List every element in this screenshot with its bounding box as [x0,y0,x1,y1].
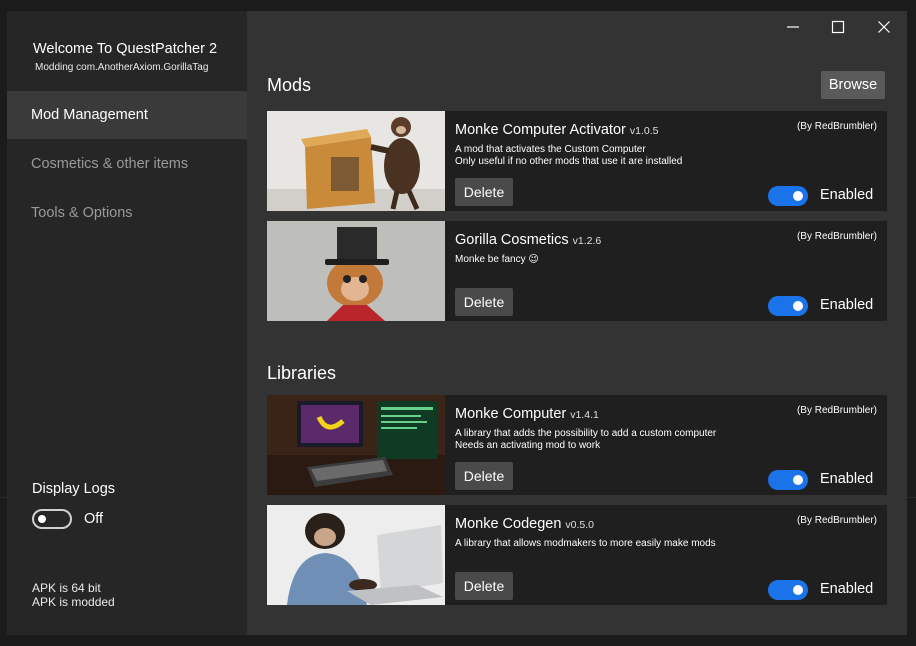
library-name: Monke Codegen v0.5.0 [455,516,594,532]
delete-button[interactable]: Delete [455,178,513,206]
minimize-button[interactable] [779,17,807,39]
mod-card: Gorilla Cosmetics v1.2.6 (By RedBrumbler)… [267,221,887,321]
sidebar-item-label: Tools & Options [31,205,133,221]
mod-author: (By RedBrumbler) [796,121,877,132]
sidebar-item-mod-management[interactable]: Mod Management [7,91,247,139]
sidebar-item-cosmetics[interactable]: Cosmetics & other items [7,140,247,188]
game-computer-image [267,395,445,495]
library-state-label: Enabled [820,471,874,487]
toggle-knob [793,475,803,485]
apk-bits-text: APK is 64 bit [32,581,101,595]
monkey-top-hat-image [267,221,445,321]
maximize-button[interactable] [824,17,852,39]
library-name-text: Monke Computer [455,406,567,422]
maximize-icon [831,20,845,34]
mod-thumbnail [267,111,445,211]
minimize-icon [787,26,799,28]
sidebar-item-tools-options[interactable]: Tools & Options [7,189,247,237]
library-enabled-toggle[interactable] [768,580,808,600]
library-name-text: Monke Codegen [455,516,562,532]
delete-button[interactable]: Delete [455,572,513,600]
mod-card: Monke Computer Activator v1.0.5 (By RedBr… [267,111,887,211]
library-description: A library that allows modmakers to more … [455,538,716,549]
mod-description: Monke be fancy 😉 [455,254,539,265]
library-state-label: Enabled [820,581,874,597]
mod-enabled-toggle[interactable] [768,296,808,316]
display-logs-toggle[interactable] [32,509,72,529]
mods-section-title: Mods [267,75,312,95]
mod-thumbnail [267,221,445,321]
sidebar-item-label: Cosmetics & other items [31,156,189,172]
library-author: (By RedBrumbler) [796,515,877,526]
mod-enabled-toggle[interactable] [768,186,808,206]
display-logs-state: Off [84,511,104,527]
library-thumbnail [267,395,445,495]
library-card: Monke Codegen v0.5.0 (By RedBrumbler) A l… [267,505,887,605]
mod-name: Gorilla Cosmetics v1.2.6 [455,232,601,248]
toggle-knob [38,515,46,523]
library-enabled-toggle[interactable] [768,470,808,490]
toggle-knob [793,585,803,595]
apk-info: APK is 64 bit APK is modded [32,581,115,609]
mod-author: (By RedBrumbler) [796,231,877,242]
library-thumbnail [267,505,445,605]
library-name: Monke Computer v1.4.1 [455,406,599,422]
browse-button[interactable]: Browse [821,71,885,99]
display-logs-label: Display Logs [32,481,116,497]
libraries-section-title: Libraries [267,363,337,383]
apk-modded-text: APK is modded [32,595,115,609]
app-title: Welcome To QuestPatcher 2 [33,41,218,57]
mod-name-text: Gorilla Cosmetics [455,232,569,248]
main-content: Mods Browse Monke Computer Activator v1.… [247,11,907,635]
mod-version: v1.2.6 [572,235,602,247]
delete-button[interactable]: Delete [455,288,513,316]
library-author: (By RedBrumbler) [796,405,877,416]
app-window: Welcome To QuestPatcher 2 Modding com.An… [7,11,907,635]
monkey-with-box-image [267,111,445,211]
library-card: Monke Computer v1.4.1 (By RedBrumbler) A … [267,395,887,495]
mod-name-text: Monke Computer Activator [455,122,626,138]
chimp-laptop-image [267,505,445,605]
delete-button[interactable]: Delete [455,462,513,490]
mod-state-label: Enabled [820,297,874,313]
toggle-knob [793,191,803,201]
close-icon [878,21,890,33]
sidebar: Welcome To QuestPatcher 2 Modding com.An… [7,11,247,635]
mod-state-label: Enabled [820,187,874,203]
mod-name: Monke Computer Activator v1.0.5 [455,122,658,138]
library-description: A library that adds the possibility to a… [455,428,717,451]
app-subtitle: Modding com.AnotherAxiom.GorillaTag [35,62,209,73]
library-version: v0.5.0 [565,519,595,531]
toggle-knob [793,301,803,311]
close-button[interactable] [870,17,898,39]
mod-description: A mod that activates the Custom Computer… [455,144,683,167]
library-version: v1.4.1 [570,409,599,421]
mod-version: v1.0.5 [629,125,659,137]
sidebar-item-label: Mod Management [31,107,148,123]
